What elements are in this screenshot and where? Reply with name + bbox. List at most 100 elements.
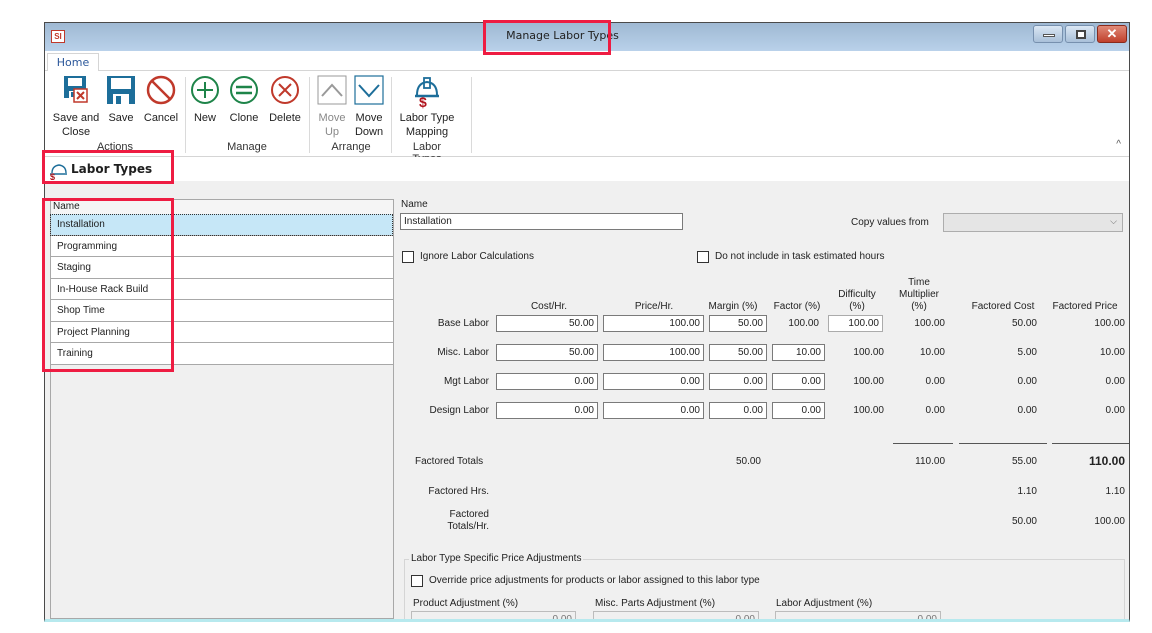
copy-values-from-select[interactable]: ⌵ (943, 213, 1123, 232)
difficulty-input[interactable]: 100.00 (828, 315, 883, 332)
override-adjustments-label: Override price adjustments for products … (429, 575, 760, 586)
column-cost-hr: Cost/Hr. (530, 301, 568, 312)
app-logo-icon: SI (51, 30, 65, 43)
column-margin: Margin (%) (708, 301, 758, 312)
move-down-button[interactable]: Move Down (351, 75, 387, 139)
cost-per-hour-input[interactable]: 50.00 (496, 315, 598, 332)
ribbon: Save and Close Save Cancel Actions New C… (45, 71, 1129, 165)
per-hour-factored-price: 100.00 (1094, 516, 1125, 527)
factor-value: 100.00 (788, 318, 819, 329)
override-adjustments-checkbox[interactable] (411, 575, 423, 587)
ignore-labor-calculations-checkbox[interactable] (402, 251, 414, 263)
labor-type-detail: Name Installation Copy values from ⌵ Ign… (399, 199, 1129, 619)
factored-price-value: 0.00 (1105, 405, 1125, 416)
cost-per-hour-input[interactable]: 50.00 (496, 344, 598, 361)
name-label: Name (401, 199, 428, 210)
save-and-close-button[interactable]: Save and Close (49, 75, 103, 139)
list-column-header-name[interactable]: Name (51, 200, 393, 214)
totals-divider (1052, 443, 1129, 444)
window-title: Manage Labor Types (506, 29, 619, 42)
list-item[interactable]: Programming (50, 235, 393, 257)
cancel-button[interactable]: Cancel (141, 75, 181, 125)
price-adjustments-group: Labor Type Specific Price Adjustments Ov… (404, 553, 1125, 619)
margin-input[interactable]: 50.00 (709, 344, 767, 361)
labor-type-mapping-button[interactable]: $ Labor Type Mapping (397, 75, 457, 139)
delete-button[interactable]: Delete (265, 75, 305, 125)
per-hour-factored-cost: 50.00 (1011, 516, 1037, 527)
column-factored-price: Factored Price (1052, 301, 1118, 312)
column-time-multiplier-3: (%) (911, 301, 927, 312)
time-multiplier-value: 10.00 (919, 347, 945, 358)
group-label-manage: Manage (227, 141, 267, 153)
margin-input[interactable]: 0.00 (709, 373, 767, 390)
maximize-button[interactable] (1065, 25, 1095, 43)
close-button[interactable]: ✕ (1097, 25, 1127, 43)
factored-totals-per-hour-label-2: Totals/Hr. (447, 521, 489, 532)
column-time-multiplier-2: Multiplier (898, 289, 939, 300)
misc-parts-adjustment-input[interactable]: 0.00 (593, 611, 759, 619)
labor-row-label: Misc. Labor (437, 347, 489, 358)
minimize-button[interactable] (1033, 25, 1063, 43)
factor-input[interactable]: 10.00 (772, 344, 825, 361)
totals-divider (959, 443, 1047, 444)
list-item[interactable]: Shop Time (50, 300, 393, 322)
cost-per-hour-input[interactable]: 0.00 (496, 402, 598, 419)
labor-adjustment-input[interactable]: 0.00 (775, 611, 941, 619)
new-button[interactable]: New (189, 75, 221, 125)
ribbon-separator (185, 77, 186, 153)
ignore-labor-calculations-label: Ignore Labor Calculations (420, 251, 534, 262)
hardhat-dollar-icon: $ (415, 77, 439, 109)
labor-type-mapping-label: Labor Type (399, 112, 455, 124)
name-input[interactable]: Installation (400, 213, 683, 230)
cancel-icon (146, 75, 176, 105)
tab-home[interactable]: Home (47, 53, 99, 72)
list-item[interactable]: Training (50, 343, 393, 365)
chevron-down-icon: ⌵ (1110, 216, 1117, 226)
move-up-button[interactable]: Move Up (315, 75, 349, 139)
move-up-label: Move (318, 112, 346, 124)
x-circle-icon (271, 76, 299, 104)
hardhat-dollar-icon: $ (50, 164, 67, 180)
factored-price-value: 10.00 (1099, 347, 1125, 358)
price-per-hour-input[interactable]: 0.00 (603, 402, 704, 419)
exclude-task-hours-checkbox[interactable] (697, 251, 709, 263)
factored-hours-label: Factored Hrs. (428, 486, 489, 497)
list-item[interactable]: Installation (50, 214, 393, 236)
move-up-label-2: Up (324, 126, 340, 138)
exclude-task-hours-label: Do not include in task estimated hours (715, 251, 885, 262)
factored-price-value: 0.00 (1105, 376, 1125, 387)
list-item[interactable]: In-House Rack Build (50, 278, 393, 300)
maximize-icon (1076, 30, 1086, 39)
price-per-hour-input[interactable]: 100.00 (603, 344, 704, 361)
collapse-ribbon-icon[interactable]: ^ (1116, 139, 1121, 150)
chevron-up-icon (317, 75, 347, 105)
minimize-icon (1043, 34, 1055, 37)
price-per-hour-input[interactable]: 0.00 (603, 373, 704, 390)
labor-types-list: Name Installation Programming Staging In-Ho… (50, 199, 394, 619)
factored-hours-price: 1.10 (1105, 486, 1125, 497)
difficulty-value: 100.00 (853, 405, 884, 416)
total-factored-price: 110.00 (1088, 454, 1125, 468)
list-item[interactable]: Project Planning (50, 321, 393, 343)
factored-cost-value: 0.00 (1017, 405, 1037, 416)
manage-labor-types-window: SI Manage Labor Types ✕ Home Save and Cl… (44, 22, 1130, 622)
ribbon-separator (391, 77, 392, 153)
svg-text:$: $ (50, 172, 55, 180)
factor-input[interactable]: 0.00 (772, 373, 825, 390)
list-item[interactable]: Staging (50, 257, 393, 279)
section-title: Labor Types (71, 162, 153, 176)
cost-per-hour-input[interactable]: 0.00 (496, 373, 598, 390)
column-difficulty-2: (%) (849, 301, 865, 312)
clone-button[interactable]: Clone (225, 75, 263, 125)
plus-circle-icon (191, 76, 219, 104)
factor-input[interactable]: 0.00 (772, 402, 825, 419)
factored-totals-label: Factored Totals (415, 456, 484, 467)
save-button[interactable]: Save (103, 75, 139, 125)
product-adjustment-input[interactable]: 0.00 (411, 611, 576, 619)
price-per-hour-input[interactable]: 100.00 (603, 315, 704, 332)
difficulty-value: 100.00 (853, 347, 884, 358)
factored-cost-value: 5.00 (1017, 347, 1037, 358)
title-bar: SI Manage Labor Types ✕ (45, 23, 1129, 51)
margin-input[interactable]: 0.00 (709, 402, 767, 419)
labor-adjustment-label: Labor Adjustment (%) (776, 598, 873, 609)
